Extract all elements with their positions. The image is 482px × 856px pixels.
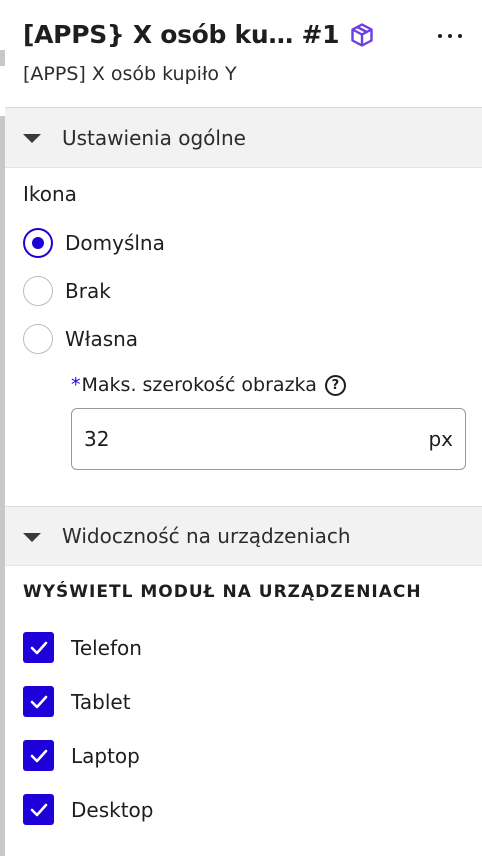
max-width-label: * Maks. szerokość obrazka ? [71, 374, 346, 396]
checkbox-label: Telefon [71, 635, 142, 660]
max-width-field[interactable]: px [71, 408, 466, 470]
question-circle-icon[interactable]: ? [324, 374, 346, 396]
check-icon [30, 695, 47, 708]
radio-option-default[interactable]: Domyślna [23, 228, 165, 258]
more-horizontal-icon[interactable] [438, 26, 462, 46]
device-checkbox-tablet[interactable]: Tablet [23, 686, 131, 717]
max-width-input[interactable] [84, 427, 429, 451]
unit-suffix: px [428, 427, 453, 451]
radio-button[interactable] [23, 228, 53, 258]
radio-label: Brak [65, 279, 111, 303]
caret-down-icon [23, 134, 41, 143]
title-row: [APPS} X osób ku… #1 [23, 20, 375, 49]
module-title: [APPS} X osób ku… #1 [23, 20, 340, 49]
section-visibility-label: Widoczność na urządzeniach [62, 524, 351, 548]
settings-panel: [APPS} X osób ku… #1 [APPS] X osób kupił… [5, 0, 482, 856]
max-width-label-text: Maks. szerokość obrazka [81, 374, 317, 396]
section-visibility-header[interactable]: Widoczność na urządzeniach [5, 506, 482, 566]
radio-option-custom[interactable]: Własna [23, 324, 138, 354]
checkbox-label: Laptop [71, 743, 140, 768]
module-subtitle: [APPS] X osób kupiło Y [23, 63, 237, 85]
radio-button[interactable] [23, 324, 53, 354]
caret-down-icon [23, 533, 41, 542]
check-icon [30, 641, 47, 654]
checkbox-checked[interactable] [23, 632, 54, 663]
device-checkbox-desktop[interactable]: Desktop [23, 794, 153, 825]
cube-icon [349, 22, 375, 48]
checkbox-checked[interactable] [23, 686, 54, 717]
dot [458, 34, 462, 38]
section-general-body: Ikona Domyślna Brak Własna * Maks. szero… [5, 168, 482, 506]
radio-label: Domyślna [65, 231, 165, 255]
devices-group-label: WYŚWIETL MODUŁ NA URZĄDZENIACH [23, 582, 422, 602]
check-icon [30, 749, 47, 762]
checkbox-checked[interactable] [23, 740, 54, 771]
checkbox-label: Tablet [71, 689, 131, 714]
dot [438, 34, 442, 38]
required-mark: * [71, 374, 81, 396]
section-general-label: Ustawienia ogólne [62, 125, 246, 150]
radio-button[interactable] [23, 276, 53, 306]
device-checkbox-laptop[interactable]: Laptop [23, 740, 140, 771]
panel-header: [APPS} X osób ku… #1 [APPS] X osób kupił… [5, 0, 482, 108]
checkbox-label: Desktop [71, 797, 154, 822]
icon-group-label: Ikona [23, 182, 77, 206]
section-general-header[interactable]: Ustawienia ogólne [5, 108, 482, 168]
radio-label: Własna [65, 327, 139, 351]
radio-option-none[interactable]: Brak [23, 276, 111, 306]
dot [448, 34, 452, 38]
checkbox-checked[interactable] [23, 794, 54, 825]
section-visibility-body: WYŚWIETL MODUŁ NA URZĄDZENIACH Telefon T… [5, 566, 482, 856]
check-icon [30, 803, 47, 816]
device-checkbox-phone[interactable]: Telefon [23, 632, 142, 663]
